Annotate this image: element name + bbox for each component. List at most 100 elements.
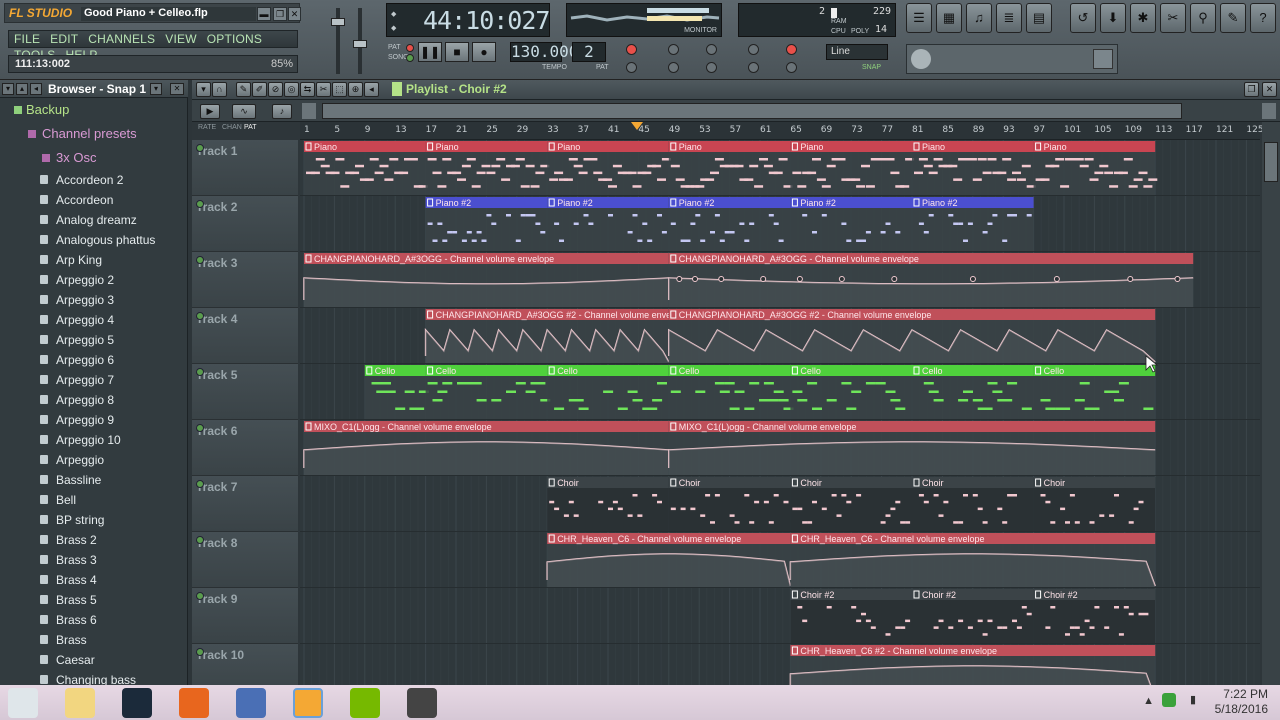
- track-header[interactable]: Track 5: [192, 364, 298, 420]
- envelope-point[interactable]: [760, 276, 767, 282]
- browser-item[interactable]: BP string: [12, 510, 186, 530]
- song-mode-led[interactable]: [406, 54, 414, 62]
- nvidia-icon[interactable]: [350, 688, 380, 718]
- browser-item[interactable]: Accordeon: [12, 190, 186, 210]
- folder-3x-osc[interactable]: 3x Osc: [12, 148, 188, 168]
- browser-item[interactable]: Caesar: [12, 650, 186, 670]
- undo-icon[interactable]: ↺: [1070, 3, 1096, 33]
- rec-led-6[interactable]: [706, 62, 717, 73]
- playlist-grid[interactable]: Piano Piano Piano Piano Piano Piano Piano Piano…: [300, 140, 1260, 685]
- playlist-clip[interactable]: Piano: [1033, 141, 1158, 195]
- track-header[interactable]: Track 6: [192, 420, 298, 476]
- playlist-clip[interactable]: Piano: [790, 141, 915, 195]
- playlist-clip[interactable]: Cello: [425, 365, 551, 419]
- envelope-point[interactable]: [676, 276, 683, 282]
- step-sequencer-icon[interactable]: ▦: [936, 3, 962, 33]
- horizontal-scrollbar[interactable]: [322, 103, 1182, 119]
- track-mute-led[interactable]: [196, 368, 204, 376]
- browser-item[interactable]: Arpeggio 5: [12, 330, 186, 350]
- playlist-clip[interactable]: Cello: [668, 365, 794, 419]
- stop-button[interactable]: ■: [445, 42, 469, 62]
- browser-item[interactable]: Arpeggio 4: [12, 310, 186, 330]
- rec-led-4[interactable]: [668, 62, 679, 73]
- track-header[interactable]: Track 8: [192, 532, 298, 588]
- playlist-clip[interactable]: Choir #2: [912, 589, 1034, 643]
- browser-item[interactable]: Accordeon 2: [12, 170, 186, 190]
- playlist-clip[interactable]: CHR_Heaven_C6 - Channel volume envelope: [546, 533, 792, 587]
- save-icon[interactable]: ⬇: [1100, 3, 1126, 33]
- master-volume-knob[interactable]: [331, 18, 345, 26]
- playlist-close-icon[interactable]: ✕: [1262, 82, 1277, 97]
- firefox-icon[interactable]: [179, 688, 209, 718]
- slip-tool-icon[interactable]: ⇆: [300, 82, 315, 97]
- help-icon[interactable]: ?: [1250, 3, 1276, 33]
- start-icon[interactable]: [8, 688, 38, 718]
- envelope-point[interactable]: [969, 276, 976, 282]
- track-mute-led[interactable]: [196, 536, 204, 544]
- browser-item[interactable]: Analog dreamz: [12, 210, 186, 230]
- mixer-window-icon[interactable]: ▤: [1026, 3, 1052, 33]
- browser-item[interactable]: Arp King: [12, 250, 186, 270]
- playlist-clip[interactable]: Choir: [547, 477, 669, 531]
- playlist-clip[interactable]: MIXO_C1(L)ogg - Channel volume envelope: [303, 421, 669, 475]
- select-tool-icon[interactable]: ⬚: [332, 82, 347, 97]
- envelope-point[interactable]: [838, 276, 845, 282]
- envelope-point[interactable]: [1174, 276, 1181, 282]
- pattern-number[interactable]: 2: [572, 42, 606, 62]
- menu-options[interactable]: OPTIONS: [202, 31, 267, 47]
- snap-select[interactable]: Line: [826, 44, 888, 60]
- browser-item[interactable]: Arpeggio 7: [12, 370, 186, 390]
- playlist-clip[interactable]: Piano: [547, 141, 671, 195]
- playlist-clip[interactable]: Cello: [547, 365, 669, 419]
- playlist-title[interactable]: Playlist - Choir #2: [406, 82, 507, 96]
- playlist-clip[interactable]: CHANGPIANOHARD_A#3OGG - Channel volume e…: [668, 253, 1194, 307]
- info-icon[interactable]: ✎: [1220, 3, 1246, 33]
- browser-item[interactable]: Arpeggio 2: [12, 270, 186, 290]
- track-mute-led[interactable]: [196, 648, 204, 656]
- automation-clip-icon[interactable]: ♪: [272, 104, 292, 119]
- playlist-clip[interactable]: Piano #2: [912, 197, 1034, 251]
- track-header[interactable]: Track 3: [192, 252, 298, 308]
- track-mute-led[interactable]: [196, 424, 204, 432]
- plugin-picker-button[interactable]: [1093, 49, 1113, 69]
- steam-icon[interactable]: [122, 688, 152, 718]
- menu-channels[interactable]: CHANNELS: [83, 31, 160, 47]
- plugin-icon[interactable]: ✱: [1130, 3, 1156, 33]
- track-header[interactable]: Track 7: [192, 476, 298, 532]
- timeline-ruler[interactable]: 1 5 9 13 17 21 25 29 33 37 41 45 49 53 57 61 65 69 73 77 81 8…: [300, 122, 1264, 140]
- browser-item[interactable]: Bell: [12, 490, 186, 510]
- file-explorer-icon[interactable]: [65, 688, 95, 718]
- mute-tool-icon[interactable]: ◎: [284, 82, 299, 97]
- rec-led-9[interactable]: [786, 44, 797, 55]
- play-tool-icon[interactable]: ◂: [364, 82, 379, 97]
- envelope-point[interactable]: [1053, 276, 1060, 282]
- vertical-scrollbar[interactable]: [1262, 122, 1280, 685]
- folder-backup[interactable]: Backup: [12, 100, 188, 120]
- playlist-clip[interactable]: Piano #2: [425, 197, 548, 251]
- playlist-clip[interactable]: Piano: [304, 141, 428, 195]
- vertical-scroll-thumb[interactable]: [1264, 142, 1278, 182]
- browser-dropdown-icon[interactable]: ▾: [150, 83, 162, 95]
- playlist-canvas[interactable]: Piano Piano Piano Piano Piano Piano Piano Piano…: [300, 140, 1260, 685]
- track-mute-led[interactable]: [196, 480, 204, 488]
- plugin-picker[interactable]: [906, 44, 1118, 74]
- browser-item[interactable]: Brass 2: [12, 530, 186, 550]
- track-mute-led[interactable]: [196, 200, 204, 208]
- envelope-point[interactable]: [891, 276, 898, 282]
- audacity-icon[interactable]: [236, 688, 266, 718]
- playlist-clip[interactable]: Choir #2: [790, 589, 912, 643]
- envelope-point[interactable]: [718, 276, 725, 282]
- playlist-clip[interactable]: CHANGPIANOHARD_A#3OGG - Channel volume e…: [303, 253, 669, 307]
- playlist-clip[interactable]: CHANGPIANOHARD_A#3OGG #2 - Channel volum…: [668, 309, 1156, 363]
- browser-item[interactable]: Brass 6: [12, 610, 186, 630]
- rec-led-7[interactable]: [748, 44, 759, 55]
- playlist-clip[interactable]: MIXO_C1(L)ogg - Channel volume envelope: [668, 421, 1156, 475]
- playlist-clip[interactable]: CHR_Heaven_C6 #2 - Channel volume envelo…: [789, 645, 1156, 685]
- envelope-point[interactable]: [1127, 276, 1134, 282]
- track-header[interactable]: Track 4: [192, 308, 298, 364]
- fl-studio-icon[interactable]: [293, 688, 323, 718]
- zoom-tool-icon[interactable]: ⊕: [348, 82, 363, 97]
- track-mute-led[interactable]: [196, 256, 204, 264]
- browser-item[interactable]: Arpeggio 9: [12, 410, 186, 430]
- record-button[interactable]: ●: [472, 42, 496, 62]
